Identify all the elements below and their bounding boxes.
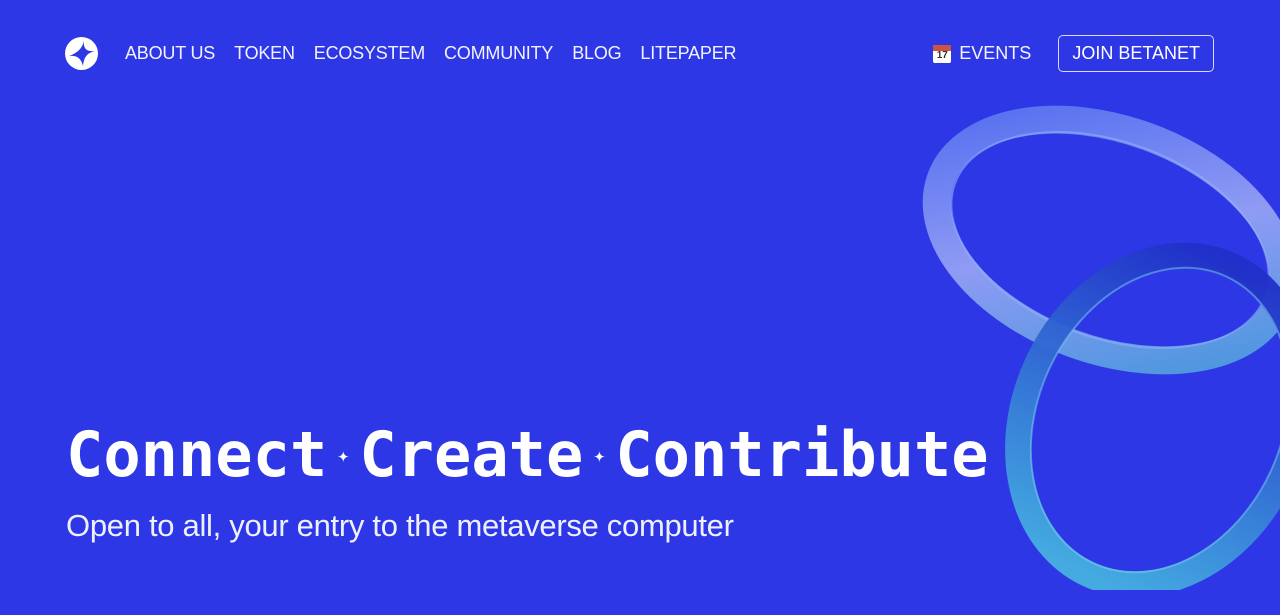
headline-word: Create — [359, 418, 584, 491]
nav-litepaper[interactable]: LITEPAPER — [640, 43, 736, 64]
hero-subtitle: Open to all, your entry to the metaverse… — [66, 508, 734, 543]
sparkle-icon: ✦ — [593, 442, 606, 467]
sparkle-icon: ✦ — [337, 442, 350, 467]
headline-word: Contribute — [615, 418, 989, 491]
nav-ecosystem[interactable]: ECOSYSTEM — [314, 43, 425, 64]
top-nav: ABOUT US TOKEN ECOSYSTEM COMMUNITY BLOG … — [65, 35, 1214, 72]
calendar-icon: 17 — [933, 44, 952, 63]
headline-word: Connect — [66, 418, 328, 491]
hero-headline: Connect ✦ Create ✦ Contribute — [66, 418, 989, 491]
nav-about-us[interactable]: ABOUT US — [125, 43, 215, 64]
nav-blog[interactable]: BLOG — [572, 43, 621, 64]
events-label: EVENTS — [959, 43, 1032, 63]
logo-icon[interactable] — [65, 37, 98, 70]
join-betanet-button[interactable]: JOIN BETANET — [1058, 35, 1214, 72]
nav-token[interactable]: TOKEN — [234, 43, 295, 64]
nav-community[interactable]: COMMUNITY — [444, 43, 553, 64]
ribbon-ring-graphic — [922, 105, 1280, 590]
nav-events[interactable]: 17 EVENTS — [933, 43, 1031, 64]
